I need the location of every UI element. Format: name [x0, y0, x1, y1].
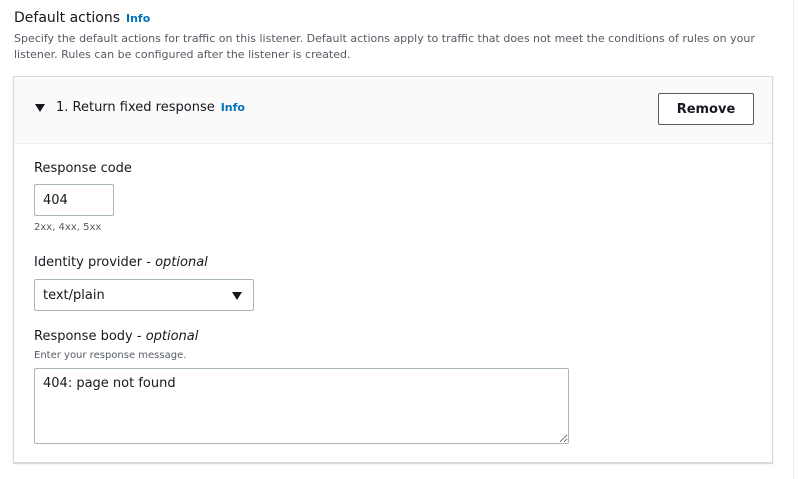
response-body-hint: Enter your response message.	[34, 350, 187, 361]
content-type-optional: optional	[155, 255, 208, 270]
action-title-text: 1. Return fixed response	[56, 100, 215, 115]
caret-down-icon[interactable]	[35, 104, 45, 112]
caret-down-icon	[232, 292, 242, 300]
remove-button[interactable]: Remove	[658, 93, 754, 125]
content-type-select[interactable]: text/plain	[34, 279, 254, 311]
content-type-label-text: Identity provider	[34, 255, 143, 270]
action-title: 1. Return fixed response Info	[56, 100, 245, 115]
action-panel: 1. Return fixed response Info Remove Resp…	[13, 76, 773, 463]
page-divider	[793, 0, 794, 479]
response-code-label: Response code	[34, 161, 132, 176]
section-title: Default actions Info	[14, 10, 150, 26]
response-body-label-text: Response body	[34, 329, 133, 344]
content-type-label: Identity provider - optional	[34, 255, 208, 270]
response-body-label: Response body - optional	[34, 329, 199, 344]
section-info-link[interactable]: Info	[126, 12, 150, 25]
action-info-link[interactable]: Info	[221, 101, 245, 114]
response-body-optional: optional	[145, 329, 199, 344]
response-body-textarea[interactable]: 404: page not found	[34, 368, 569, 444]
action-panel-header: 1. Return fixed response Info Remove	[14, 77, 772, 144]
response-code-hint: 2xx, 4xx, 5xx	[34, 222, 102, 233]
response-code-input[interactable]	[34, 184, 114, 216]
section-description: Specify the default actions for traffic …	[14, 32, 755, 61]
content-type-selected: text/plain	[43, 288, 105, 303]
section-title-text: Default actions	[14, 10, 120, 26]
